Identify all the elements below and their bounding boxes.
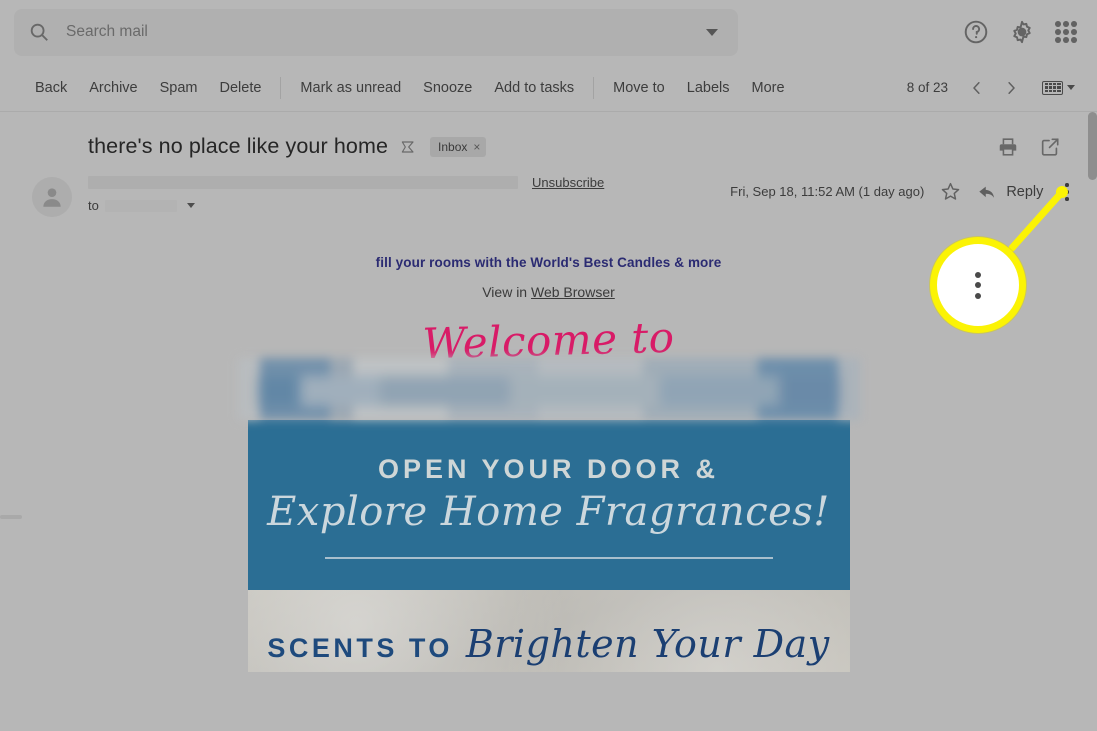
message-date: Fri, Sep 18, 11:52 AM (1 day ago) bbox=[730, 184, 925, 200]
vertical-scrollbar[interactable] bbox=[1088, 112, 1097, 180]
scents-caps-text: SCENTS TO bbox=[267, 633, 453, 663]
message-header-actions bbox=[997, 136, 1075, 158]
open-in-new-window-icon[interactable] bbox=[1039, 136, 1061, 158]
unsubscribe-link[interactable]: Unsubscribe bbox=[532, 175, 604, 190]
chevron-down-icon bbox=[1067, 85, 1075, 90]
banner-headline: OPEN YOUR DOOR & bbox=[377, 454, 720, 484]
promo-banner: OPEN YOUR DOOR & Explore Home Fragrances… bbox=[247, 420, 850, 587]
sender-info: Unsubscribe to bbox=[88, 175, 730, 213]
spam-button[interactable]: Spam bbox=[149, 74, 209, 102]
back-button[interactable]: Back bbox=[24, 74, 78, 102]
toolbar-pagination: 8 of 23 bbox=[897, 73, 1075, 103]
move-to-button[interactable]: Move to bbox=[602, 74, 676, 102]
message-counter: 8 of 23 bbox=[906, 80, 948, 95]
scents-photo-band: SCENTS TO Brighten Your Day bbox=[247, 587, 850, 672]
mark-as-unread-button[interactable]: Mark as unread bbox=[289, 74, 412, 102]
close-icon[interactable]: × bbox=[473, 140, 480, 154]
top-bar-actions bbox=[963, 19, 1083, 45]
archive-button[interactable]: Archive bbox=[78, 74, 148, 102]
keyboard-layout-selector[interactable] bbox=[1042, 80, 1075, 95]
page-title: there's no place like your home bbox=[88, 134, 389, 158]
reply-arrow-icon bbox=[977, 182, 997, 202]
recipient-redacted bbox=[104, 199, 177, 212]
more-options-icon[interactable] bbox=[1059, 179, 1075, 205]
important-marker-icon[interactable] bbox=[400, 139, 416, 155]
delete-button[interactable]: Delete bbox=[209, 74, 273, 102]
search-bar[interactable] bbox=[14, 8, 738, 56]
avatar[interactable] bbox=[32, 177, 72, 217]
chevron-down-icon[interactable] bbox=[186, 203, 195, 208]
reply-label: Reply bbox=[1006, 183, 1044, 200]
search-input[interactable] bbox=[66, 23, 706, 41]
top-bar bbox=[0, 0, 1097, 64]
labels-button[interactable]: Labels bbox=[676, 74, 741, 102]
message-meta: Fri, Sep 18, 11:52 AM (1 day ago) Reply bbox=[730, 175, 1075, 205]
recipient-line[interactable]: to bbox=[88, 198, 730, 213]
print-icon[interactable] bbox=[997, 136, 1019, 158]
more-button[interactable]: More bbox=[740, 74, 795, 102]
gear-icon[interactable] bbox=[1009, 19, 1035, 45]
scents-tagline: SCENTS TO Brighten Your Day bbox=[267, 622, 829, 666]
scents-script-text: Brighten Your Day bbox=[465, 622, 830, 666]
reply-button[interactable]: Reply bbox=[977, 182, 1043, 202]
keyboard-icon bbox=[1042, 80, 1063, 95]
gmail-message-view: Back Archive Spam Delete Mark as unread … bbox=[0, 0, 1097, 731]
help-icon[interactable] bbox=[963, 19, 989, 45]
chevron-down-icon[interactable] bbox=[706, 28, 718, 36]
to-label: to bbox=[88, 198, 99, 213]
sender-row: Unsubscribe to Fri, Sep 18, 11:52 AM (1 … bbox=[0, 171, 1097, 217]
view-in-prefix: View in bbox=[482, 284, 531, 300]
banner-divider bbox=[324, 557, 773, 559]
snooze-button[interactable]: Snooze bbox=[412, 74, 483, 102]
brand-logo-blurred bbox=[237, 358, 860, 420]
avatar-icon bbox=[43, 188, 61, 207]
callout-magnifier-more-options bbox=[930, 237, 1026, 333]
subject-row: there's no place like your home Inbox × bbox=[0, 112, 1097, 171]
label-chip-text: Inbox bbox=[438, 139, 468, 154]
apps-grid-icon[interactable] bbox=[1055, 21, 1077, 43]
add-to-tasks-button[interactable]: Add to tasks bbox=[483, 74, 585, 102]
toolbar-divider-2 bbox=[593, 76, 595, 99]
search-icon bbox=[28, 21, 50, 43]
sender-name-line: Unsubscribe bbox=[88, 175, 730, 190]
web-browser-link[interactable]: Web Browser bbox=[531, 284, 615, 300]
chevron-left-icon[interactable] bbox=[962, 73, 992, 103]
banner-subheadline: Explore Home Fragrances! bbox=[267, 489, 830, 535]
chevron-right-icon[interactable] bbox=[996, 73, 1026, 103]
label-chip-inbox[interactable]: Inbox × bbox=[430, 136, 487, 157]
star-icon[interactable] bbox=[940, 181, 961, 202]
sender-name-redacted bbox=[88, 176, 518, 189]
action-toolbar: Back Archive Spam Delete Mark as unread … bbox=[0, 64, 1097, 112]
toolbar-divider-1 bbox=[280, 76, 282, 99]
left-edge-scroll-mark bbox=[0, 515, 22, 519]
